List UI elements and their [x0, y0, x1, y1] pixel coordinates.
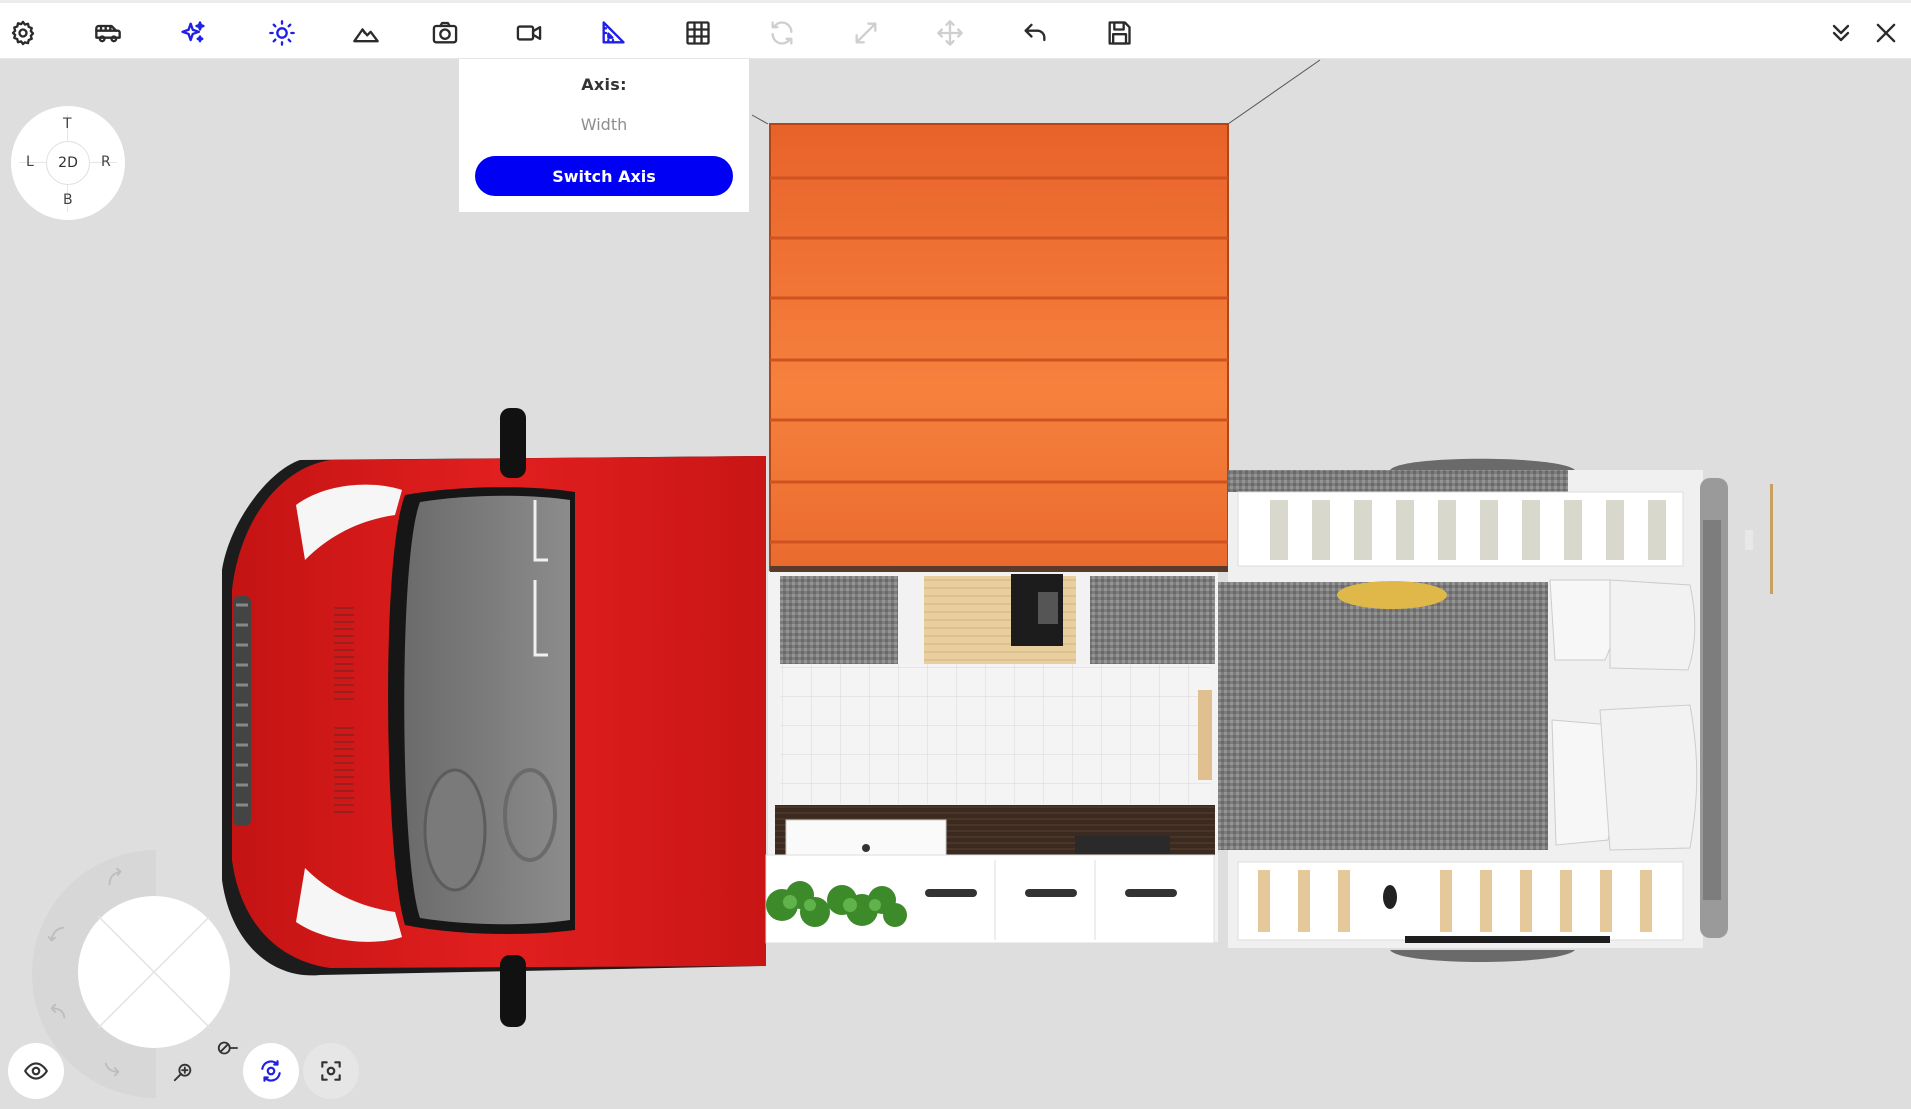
settings-gear-icon[interactable] — [3, 13, 43, 53]
visibility-toggle-button[interactable] — [8, 1043, 64, 1099]
van-icon[interactable] — [88, 13, 128, 53]
axis-panel: Axis: Width Switch Axis — [459, 59, 749, 212]
view-top-button[interactable]: T — [63, 116, 72, 132]
view-left-button[interactable]: L — [26, 154, 34, 170]
view-right-button[interactable]: R — [101, 154, 111, 170]
focus-frame-icon — [321, 1061, 341, 1081]
move-icon — [930, 13, 970, 53]
camera-icon[interactable] — [425, 13, 465, 53]
van-top-view — [222, 59, 1773, 1027]
focus-frame-button[interactable] — [303, 1043, 359, 1099]
van-3d-viewport[interactable] — [0, 59, 1911, 1109]
view-2d-button[interactable]: 2D — [46, 141, 90, 185]
camera-navigation-control — [32, 850, 280, 1098]
orbit-camera-icon — [261, 1060, 281, 1082]
top-toolbar — [0, 0, 1911, 59]
orbit-camera-button[interactable] — [243, 1043, 299, 1099]
view-bottom-button[interactable]: B — [63, 192, 73, 208]
view-cube: T L R B 2D — [11, 106, 125, 220]
save-icon[interactable] — [1099, 13, 1139, 53]
switch-axis-button[interactable]: Switch Axis — [475, 156, 733, 196]
sparkle-icon[interactable] — [173, 13, 213, 53]
eye-icon — [24, 1062, 48, 1080]
terrain-mountain-icon[interactable] — [346, 13, 386, 53]
rotate-icon — [762, 13, 802, 53]
undo-icon[interactable] — [1015, 13, 1055, 53]
grid-icon[interactable] — [678, 13, 718, 53]
collapse-chevrons-icon[interactable] — [1821, 13, 1861, 53]
close-icon[interactable] — [1866, 13, 1906, 53]
navigation-ring — [32, 850, 230, 1098]
axis-title: Axis: — [581, 75, 627, 94]
axis-value: Width — [580, 115, 628, 134]
ruler-measure-icon[interactable] — [593, 13, 633, 53]
sun-lighting-icon[interactable] — [262, 13, 302, 53]
video-camera-icon[interactable] — [509, 13, 549, 53]
resize-icon — [846, 13, 886, 53]
